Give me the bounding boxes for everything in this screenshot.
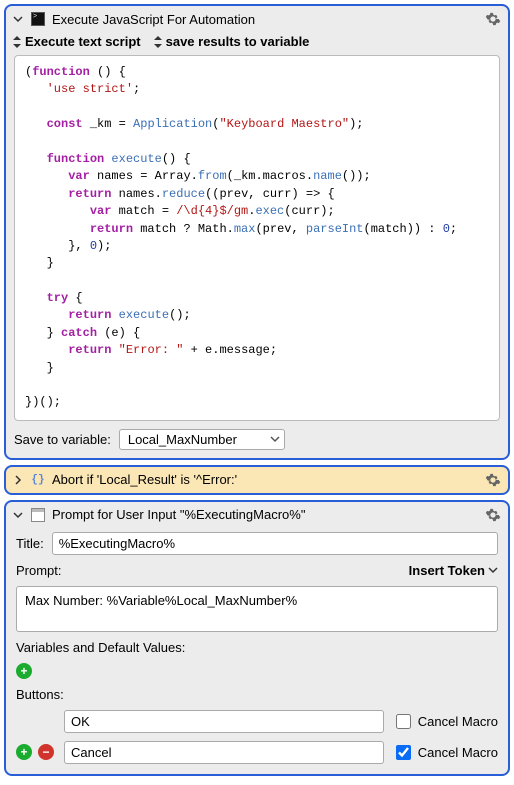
cancel-macro-label: Cancel Macro xyxy=(418,714,498,729)
save-to-variable-row: Save to variable: xyxy=(6,429,508,458)
gear-icon[interactable] xyxy=(484,10,502,28)
prompt-textarea[interactable]: Max Number: %Variable%Local_MaxNumber% xyxy=(16,586,498,632)
variables-label: Variables and Default Values: xyxy=(16,640,498,655)
save-to-variable-combo[interactable] xyxy=(119,429,285,450)
save-to-variable-input[interactable] xyxy=(126,431,266,448)
action-title: Execute JavaScript For Automation xyxy=(52,12,478,27)
remove-button[interactable]: − xyxy=(38,744,54,760)
button-name-input[interactable] xyxy=(64,741,384,764)
action-prompt-user-input: Prompt for User Input "%ExecutingMacro%"… xyxy=(4,500,510,776)
disclosure-toggle[interactable] xyxy=(12,509,24,521)
gear-icon[interactable] xyxy=(484,506,502,524)
variables-controls: + xyxy=(16,663,498,679)
buttons-label: Buttons: xyxy=(16,687,498,702)
button-row-2: + − Cancel Macro xyxy=(16,741,498,764)
prompt-body: Title: Prompt: Insert Token Max Number: … xyxy=(6,528,508,774)
save-to-variable-label: Save to variable: xyxy=(14,432,111,447)
action-abort: {} Abort if 'Local_Result' is '^Error:' xyxy=(4,465,510,495)
chevron-down-icon xyxy=(270,434,280,444)
title-input[interactable] xyxy=(52,532,498,555)
gear-icon[interactable] xyxy=(484,471,502,489)
terminal-icon xyxy=(30,11,46,27)
disclosure-toggle[interactable] xyxy=(12,13,24,25)
add-button[interactable]: + xyxy=(16,744,32,760)
cancel-macro-checkbox[interactable] xyxy=(396,745,411,760)
result-destination-label: save results to variable xyxy=(166,34,310,49)
cancel-macro-toggle[interactable]: Cancel Macro xyxy=(392,711,498,732)
disclosure-toggle[interactable] xyxy=(12,474,24,486)
action-header: {} Abort if 'Local_Result' is '^Error:' xyxy=(6,467,508,493)
cancel-macro-label: Cancel Macro xyxy=(418,745,498,760)
action-header: Execute JavaScript For Automation xyxy=(6,6,508,32)
prompt-label: Prompt: xyxy=(16,563,62,578)
braces-icon: {} xyxy=(30,472,46,488)
action-header: Prompt for User Input "%ExecutingMacro%" xyxy=(6,502,508,528)
window-icon xyxy=(30,507,46,523)
script-source-selector[interactable]: Execute text script xyxy=(12,34,141,49)
title-label: Title: xyxy=(16,536,44,551)
action-title: Prompt for User Input "%ExecutingMacro%" xyxy=(52,507,478,522)
action-subheader: Execute text script save results to vari… xyxy=(6,32,508,55)
chevron-down-icon xyxy=(488,565,498,575)
insert-token-button[interactable]: Insert Token xyxy=(409,563,498,578)
prompt-row: Prompt: Insert Token xyxy=(16,563,498,578)
title-row: Title: xyxy=(16,532,498,555)
action-title: Abort if 'Local_Result' is '^Error:' xyxy=(52,472,478,487)
button-name-input[interactable] xyxy=(64,710,384,733)
button-row-controls: + − xyxy=(16,744,56,760)
action-execute-javascript: Execute JavaScript For Automation Execut… xyxy=(4,4,510,460)
cancel-macro-checkbox[interactable] xyxy=(396,714,411,729)
insert-token-label: Insert Token xyxy=(409,563,485,578)
cancel-macro-toggle[interactable]: Cancel Macro xyxy=(392,742,498,763)
button-row-1: Cancel Macro xyxy=(16,710,498,733)
add-variable-button[interactable]: + xyxy=(16,663,32,679)
script-editor[interactable]: (function () { 'use strict'; const _km =… xyxy=(14,55,500,421)
script-source-label: Execute text script xyxy=(25,34,141,49)
result-destination-selector[interactable]: save results to variable xyxy=(153,34,310,49)
